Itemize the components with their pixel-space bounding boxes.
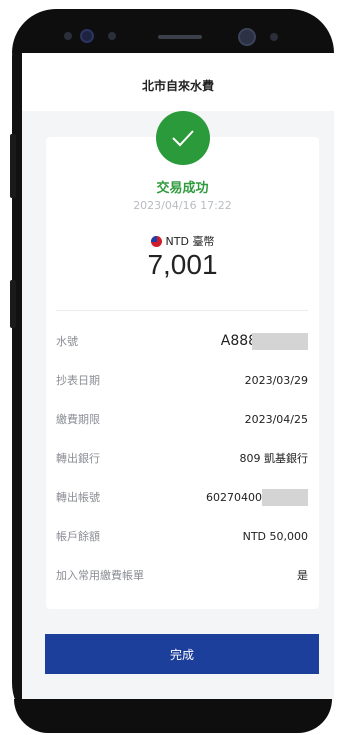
detail-row-reading-date: 抄表日期 2023/03/29	[56, 370, 308, 390]
speaker-icon	[158, 35, 202, 39]
detail-value: 是	[297, 569, 308, 582]
detail-label: 轉出銀行	[56, 452, 100, 465]
camera-icon	[80, 29, 94, 43]
detail-row-add-favorite: 加入常用繳費帳單 是	[56, 565, 308, 585]
detail-row-balance: 帳戶餘額 NTD 50,000	[56, 526, 308, 546]
app-header: 北市自來水費	[22, 51, 334, 111]
detail-value: 809 凱基銀行	[239, 452, 309, 465]
detail-value-wrap: 60270400	[206, 488, 308, 506]
done-button[interactable]: 完成	[45, 634, 319, 674]
detail-label: 轉出帳號	[56, 491, 100, 504]
detail-row-source-bank: 轉出銀行 809 凱基銀行	[56, 448, 308, 468]
camera-icon	[238, 28, 256, 46]
detail-row-source-account: 轉出帳號 60270400	[56, 487, 308, 507]
transaction-timestamp: 2023/04/16 17:22	[133, 199, 232, 212]
sensor-icon	[108, 32, 116, 40]
side-button	[10, 280, 16, 328]
detail-label: 抄表日期	[56, 374, 100, 387]
sensor-icon	[270, 33, 278, 41]
detail-label: 帳戶餘額	[56, 530, 100, 543]
detail-value-wrap: A8888	[221, 332, 308, 350]
side-button	[10, 134, 16, 198]
payment-amount: 7,001	[147, 249, 218, 280]
phone-top-bezel	[12, 9, 334, 53]
currency-label: NTD 臺幣	[46, 233, 319, 249]
detail-value: 2023/03/29	[244, 373, 308, 387]
app-screen: 北市自來水費 交易成功 2023/04/16 17:22 NTD 臺幣 7,00…	[22, 51, 334, 701]
transaction-status: 交易成功	[156, 181, 209, 196]
currency-text: NTD 臺幣	[165, 235, 215, 248]
detail-label: 加入常用繳費帳單	[56, 569, 144, 582]
detail-value: NTD 50,000	[242, 529, 308, 543]
taiwan-flag-icon	[150, 235, 162, 247]
detail-row-due-date: 繳費期限 2023/04/25	[56, 409, 308, 429]
detail-row-water-number: 水號 A8888	[56, 331, 308, 351]
detail-label: 水號	[56, 335, 78, 348]
sensor-icon	[64, 32, 72, 40]
detail-value: 2023/04/25	[244, 412, 308, 426]
page-title: 北市自來水費	[141, 79, 214, 93]
redaction-mask	[252, 332, 308, 350]
detail-value: 60270400	[206, 490, 262, 504]
phone-bottom-bezel	[14, 699, 332, 733]
redaction-mask	[262, 488, 308, 506]
detail-label: 繳費期限	[56, 413, 100, 426]
divider	[56, 310, 308, 311]
check-icon	[156, 111, 210, 165]
